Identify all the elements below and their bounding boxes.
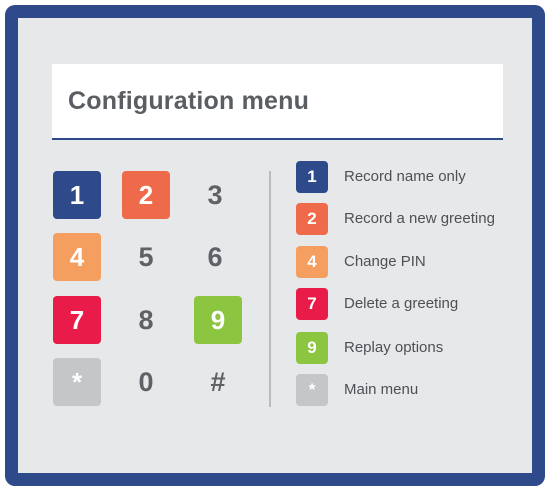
key-0[interactable]: 0: [122, 358, 170, 406]
option-badge-2: 2: [296, 203, 328, 235]
title-panel: Configuration menu: [52, 64, 503, 140]
option-badge-1: 1: [296, 161, 328, 193]
key-star[interactable]: *: [53, 358, 101, 406]
option-badge-star: *: [296, 374, 328, 406]
option-label-record-greeting: Record a new greeting: [344, 210, 495, 227]
option-label-main-menu: Main menu: [344, 381, 419, 398]
divider: [269, 171, 271, 407]
option-label-delete-greeting: Delete a greeting: [344, 295, 459, 312]
option-label-change-pin: Change PIN: [344, 253, 426, 270]
option-badge-7: 7: [296, 288, 328, 320]
key-6[interactable]: 6: [191, 233, 239, 281]
key-9[interactable]: 9: [194, 296, 242, 344]
option-badge-9: 9: [296, 332, 328, 364]
option-badge-4: 4: [296, 246, 328, 278]
page-title: Configuration menu: [68, 87, 310, 115]
key-4[interactable]: 4: [53, 233, 101, 281]
key-1[interactable]: 1: [53, 171, 101, 219]
option-label-replay-options: Replay options: [344, 339, 444, 356]
key-5[interactable]: 5: [122, 233, 170, 281]
key-hash[interactable]: #: [194, 358, 242, 406]
key-3[interactable]: 3: [191, 171, 239, 219]
key-7[interactable]: 7: [53, 296, 101, 344]
key-8[interactable]: 8: [122, 296, 170, 344]
key-2[interactable]: 2: [122, 171, 170, 219]
option-label-record-name: Record name only: [344, 168, 466, 185]
